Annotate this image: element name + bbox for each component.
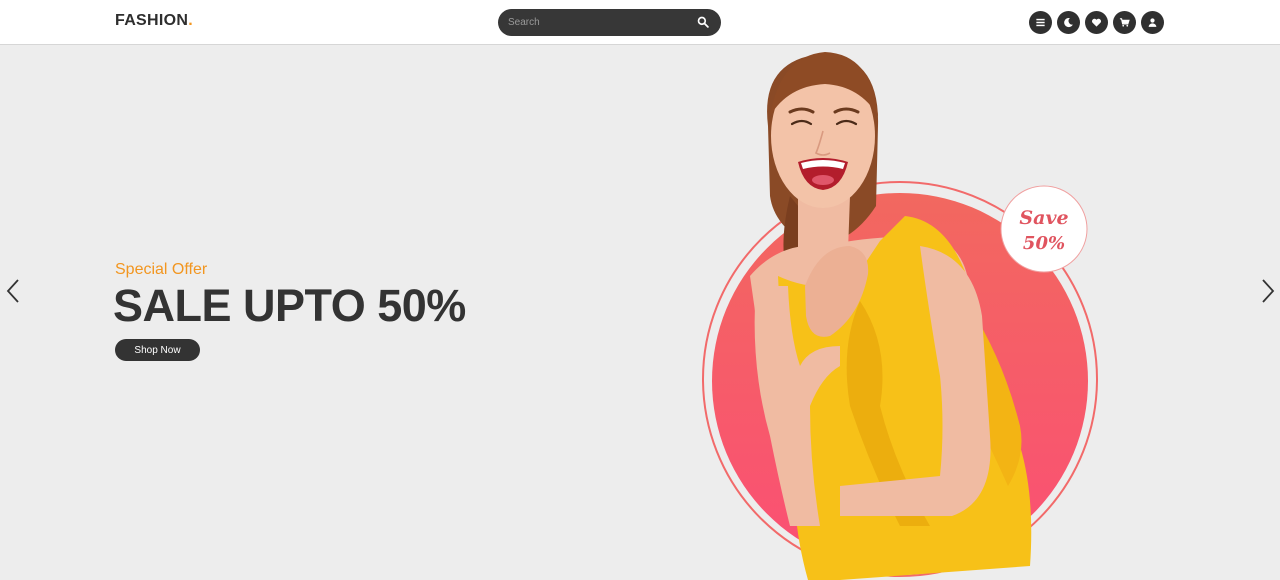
save-badge: Save 50%: [1000, 185, 1088, 273]
badge-percent-text: 50%: [1023, 233, 1065, 254]
chevron-left-icon: [6, 279, 19, 303]
search-bar: [498, 9, 721, 36]
search-input[interactable]: [508, 14, 688, 31]
moon-icon[interactable]: [1057, 11, 1080, 34]
hero-kicker: Special Offer: [115, 261, 208, 278]
menu-icon[interactable]: [1029, 11, 1052, 34]
previous-slide-arrow[interactable]: [4, 276, 22, 306]
shop-now-button[interactable]: Shop Now: [115, 339, 200, 361]
heart-icon[interactable]: [1085, 11, 1108, 34]
header-icons: [1029, 11, 1164, 34]
logo-dot: .: [188, 12, 193, 29]
top-navbar: FASHION.: [0, 0, 1280, 45]
chevron-right-icon: [1262, 279, 1275, 303]
next-slide-arrow[interactable]: [1259, 276, 1277, 306]
hero-banner: Special Offer SALE UPTO 50% Shop Now Sav…: [0, 46, 1280, 580]
logo-text: FASHION: [115, 12, 189, 29]
cart-icon[interactable]: [1113, 11, 1136, 34]
user-icon[interactable]: [1141, 11, 1164, 34]
badge-save-text: Save: [1019, 207, 1068, 229]
hero-image: Save 50%: [702, 52, 1098, 580]
search-icon[interactable]: [697, 15, 712, 30]
hero-title: SALE UPTO 50%: [113, 280, 466, 331]
logo[interactable]: FASHION.: [115, 12, 193, 30]
